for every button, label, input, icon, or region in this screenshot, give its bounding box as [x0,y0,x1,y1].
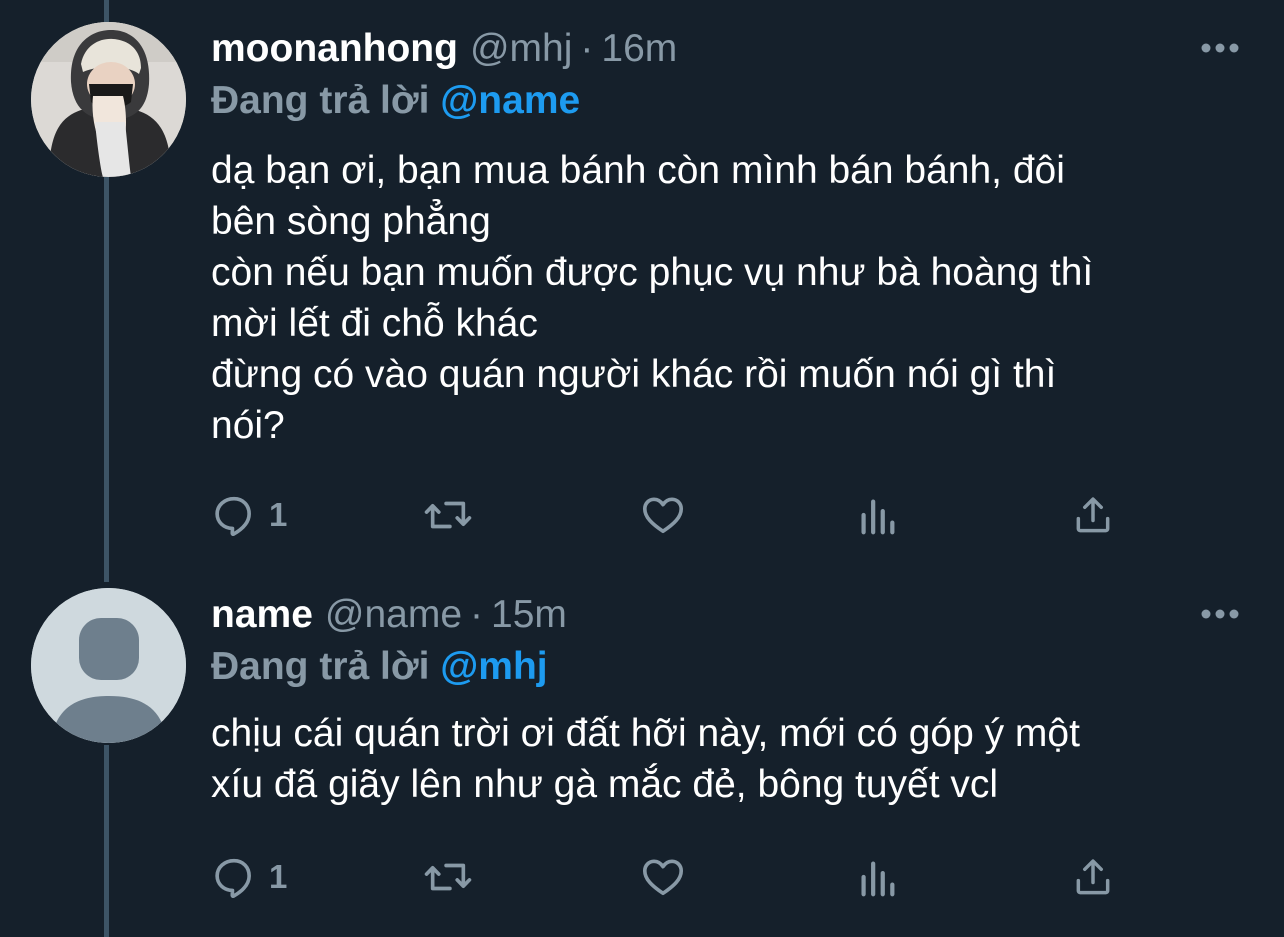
more-icon [1201,609,1239,619]
tweet-text-line: nói? [211,404,285,447]
heart-icon [642,497,684,534]
tweet-header: name @name · 15m [211,590,1244,640]
separator-dot: · [580,27,594,70]
reply-count: 1 [269,858,288,895]
reply-icon [215,496,251,537]
default-avatar-icon [31,588,186,743]
profile-photo [31,22,186,177]
reply-to-mention[interactable]: @name [440,79,580,122]
reply-icon [215,858,251,899]
tweet-text-line: còn nếu bạn muốn được phục vụ như bà hoà… [211,251,1094,294]
display-name[interactable]: moonanhong [211,27,458,70]
reply-to-mention[interactable]: @mhj [440,645,547,688]
replying-to: Đang trả lời @name [211,76,580,126]
tweet[interactable]: name @name · 15m Đang trả lời @mhj chịu cái… [0,570,1284,937]
user-handle[interactable]: @name [325,593,462,636]
avatar[interactable] [31,22,186,177]
replying-to-label: Đang trả lời [211,79,430,122]
tweet-actions: 1 [211,490,1131,540]
retweet-icon [424,863,472,891]
analytics-icon [861,499,895,535]
tweet-text-line: dạ bạn ơi, bạn mua bánh còn mình bán bán… [211,149,1065,192]
share-icon [1076,859,1110,895]
timestamp[interactable]: 15m [491,593,567,636]
share-icon [1076,497,1110,533]
more-icon [1201,43,1239,53]
user-handle[interactable]: @mhj [470,27,572,70]
replying-to: Đang trả lời @mhj [211,642,548,692]
display-name[interactable]: name [211,593,313,636]
more-options-button[interactable] [1200,36,1240,60]
retweet-icon [424,501,472,529]
tweet-text: dạ bạn ơi, bạn mua bánh còn mình bán bán… [211,145,1251,451]
tweet-text-line: đừng có vào quán người khác rồi muốn nói… [211,353,1057,396]
tweet-text-line: mời lết đi chỗ khác [211,302,538,345]
tweet-text-line: bên sòng phẳng [211,200,491,243]
tweet-text-line: xíu đã giãy lên như gà mắc đẻ, bông tuyế… [211,763,999,806]
analytics-icon [861,861,895,897]
tweet-text-line: chịu cái quán trời ơi đất hỡi này, mới c… [211,712,1080,755]
reply-thread: moonanhong @mhj · 16m Đang trả lời @name dạ… [0,0,1284,937]
tweet-actions: 1 [211,852,1131,902]
more-options-button[interactable] [1200,602,1240,626]
tweet-text: chịu cái quán trời ơi đất hỡi này, mới c… [211,708,1251,810]
reply-count: 1 [269,496,288,533]
avatar[interactable] [31,588,186,743]
heart-icon [642,859,684,896]
separator-dot: · [470,593,484,636]
timestamp[interactable]: 16m [601,27,677,70]
tweet[interactable]: moonanhong @mhj · 16m Đang trả lời @name dạ… [0,0,1284,570]
replying-to-label: Đang trả lời [211,645,430,688]
tweet-header: moonanhong @mhj · 16m [211,24,1244,74]
